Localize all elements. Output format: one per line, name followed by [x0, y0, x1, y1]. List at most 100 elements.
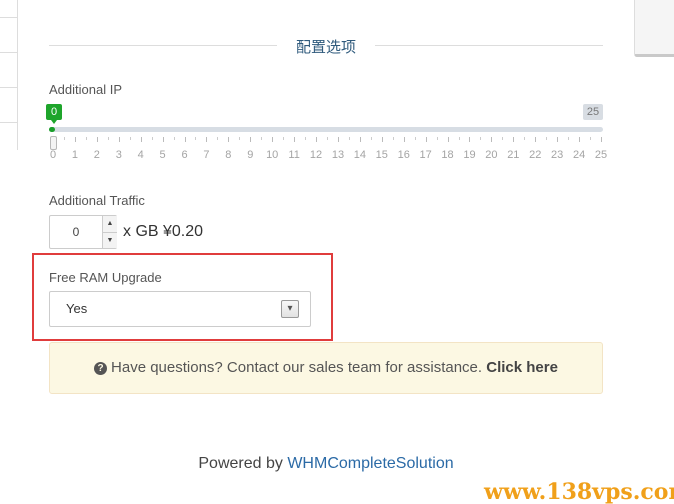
- slider-tick: [272, 137, 274, 142]
- slider-tick-label: 3: [115, 149, 122, 161]
- slider-tick: [601, 137, 602, 142]
- slider-minor-tick: [107, 137, 109, 140]
- free-ram-label: Free RAM Upgrade: [49, 270, 162, 285]
- slider-tick-label: 12: [309, 149, 323, 161]
- slider-tick-label: 24: [572, 149, 586, 161]
- slider-minor-tick: [283, 137, 285, 140]
- slider-minor-tick: [305, 137, 307, 140]
- question-circle-icon: ?: [94, 362, 108, 375]
- watermark: www.138vps.com: [484, 479, 674, 504]
- slider-tick: [74, 137, 76, 142]
- slider-minor-tick: [414, 137, 416, 140]
- slider-tick-label: 0: [49, 149, 57, 161]
- additional-traffic-label: Additional Traffic: [49, 193, 145, 208]
- decrement-icon[interactable]: ▼: [103, 232, 117, 248]
- slider-tick: [337, 137, 339, 142]
- slider-tick-label: 18: [441, 149, 454, 161]
- slider-tick: [118, 137, 120, 142]
- slider-minor-tick: [239, 137, 241, 140]
- slider-tick: [162, 137, 164, 142]
- slider-tick: [381, 137, 383, 142]
- slider-max-badge: 25: [583, 104, 603, 120]
- slider-tick: [447, 137, 449, 142]
- slider-tick-label: 11: [288, 149, 300, 161]
- section-header: 配置选项: [49, 35, 603, 57]
- slider-minor-tick: [85, 137, 87, 140]
- slider-tick-label: 13: [331, 149, 345, 161]
- slider-tick: [250, 137, 252, 142]
- slider-tick-label: 20: [485, 149, 498, 161]
- slider-tick-label: 15: [375, 149, 388, 161]
- slider-minor-tick: [568, 137, 570, 140]
- section-title: 配置选项: [295, 38, 356, 56]
- slider-minor-tick: [151, 137, 153, 140]
- slider-minor-tick: [436, 137, 438, 140]
- additional-ip-slider[interactable]: 0 25 0 1 2 3 4 5 6 7 8 9 10 11 12 13 14 15 16 17 18 19 20 21 2…: [46, 103, 607, 163]
- slider-tick-label: 17: [419, 149, 432, 161]
- slider-tick-label: 10: [266, 149, 279, 161]
- contact-link[interactable]: Click here: [486, 359, 558, 376]
- slider-tick: [491, 137, 493, 142]
- slider-tick: [535, 137, 537, 142]
- traffic-price: x GB ¥0.20: [123, 223, 204, 240]
- chevron-down-icon[interactable]: ▾: [281, 300, 299, 318]
- slider-tick: [469, 137, 471, 142]
- slider-minor-tick: [217, 137, 219, 140]
- slider-tick-label: 21: [507, 149, 520, 161]
- divider-line: [375, 45, 603, 46]
- footer: Powered by WHMCompleteSolution: [0, 455, 652, 473]
- footer-prefix: Powered by: [198, 455, 283, 472]
- free-ram-selected: Yes: [66, 301, 88, 316]
- slider-tick: [184, 137, 186, 142]
- slider-tick-label: 5: [159, 149, 166, 161]
- slider-tick: [359, 137, 361, 142]
- footer-brand-link[interactable]: WHMCompleteSolution: [287, 455, 453, 472]
- slider-tick-label: 7: [203, 149, 210, 161]
- slider-tick-label: 23: [551, 149, 564, 161]
- traffic-quantity-stepper[interactable]: 0 ▲ ▼: [49, 215, 117, 249]
- help-alert: ? Have questions? Contact our sales team …: [49, 342, 603, 394]
- left-panel-stub: [0, 0, 18, 150]
- slider-tick-label: 8: [225, 149, 232, 161]
- divider-line: [49, 45, 277, 46]
- slider-minor-tick: [546, 137, 548, 140]
- slider-handle[interactable]: [50, 136, 57, 150]
- slider-tick-label: 1: [71, 149, 78, 161]
- slider-tick: [140, 137, 142, 142]
- slider-minor-tick: [129, 137, 131, 140]
- slider-tick-label: 2: [93, 149, 100, 161]
- slider-tick-label: 6: [181, 149, 188, 161]
- help-text: Have questions? Contact our sales team f…: [111, 359, 483, 376]
- slider-minor-tick: [524, 137, 526, 140]
- slider-tick-label: 4: [137, 149, 144, 161]
- slider-minor-tick: [261, 137, 263, 140]
- slider-track[interactable]: [49, 127, 603, 132]
- slider-fill: [49, 127, 55, 132]
- slider-tick-label: 9: [247, 149, 254, 161]
- slider-tick-label: 25: [594, 149, 608, 161]
- free-ram-select[interactable]: Yes ▾: [49, 291, 311, 327]
- traffic-input[interactable]: 0: [50, 216, 102, 248]
- slider-minor-tick: [502, 137, 504, 140]
- slider-minor-tick: [63, 137, 65, 140]
- slider-tick: [96, 137, 98, 142]
- slider-tick: [425, 137, 427, 142]
- slider-minor-tick: [370, 137, 372, 140]
- increment-icon[interactable]: ▲: [103, 216, 117, 232]
- slider-tick: [228, 137, 230, 142]
- slider-minor-tick: [480, 137, 482, 140]
- slider-tick-label: 19: [463, 149, 476, 161]
- additional-ip-label: Additional IP: [49, 82, 122, 97]
- slider-tick: [513, 137, 515, 142]
- slider-minor-tick: [392, 137, 394, 140]
- slider-tick: [403, 137, 405, 142]
- slider-tick: [294, 137, 296, 142]
- slider-tick-label: 16: [397, 149, 410, 161]
- slider-tick-label: 22: [529, 149, 542, 161]
- slider-minor-tick: [590, 137, 592, 140]
- slider-minor-tick: [195, 137, 197, 140]
- slider-tick: [316, 137, 318, 142]
- slider-min-badge: 0: [46, 104, 62, 124]
- slider-tick: [579, 137, 581, 142]
- slider-minor-tick: [458, 137, 460, 140]
